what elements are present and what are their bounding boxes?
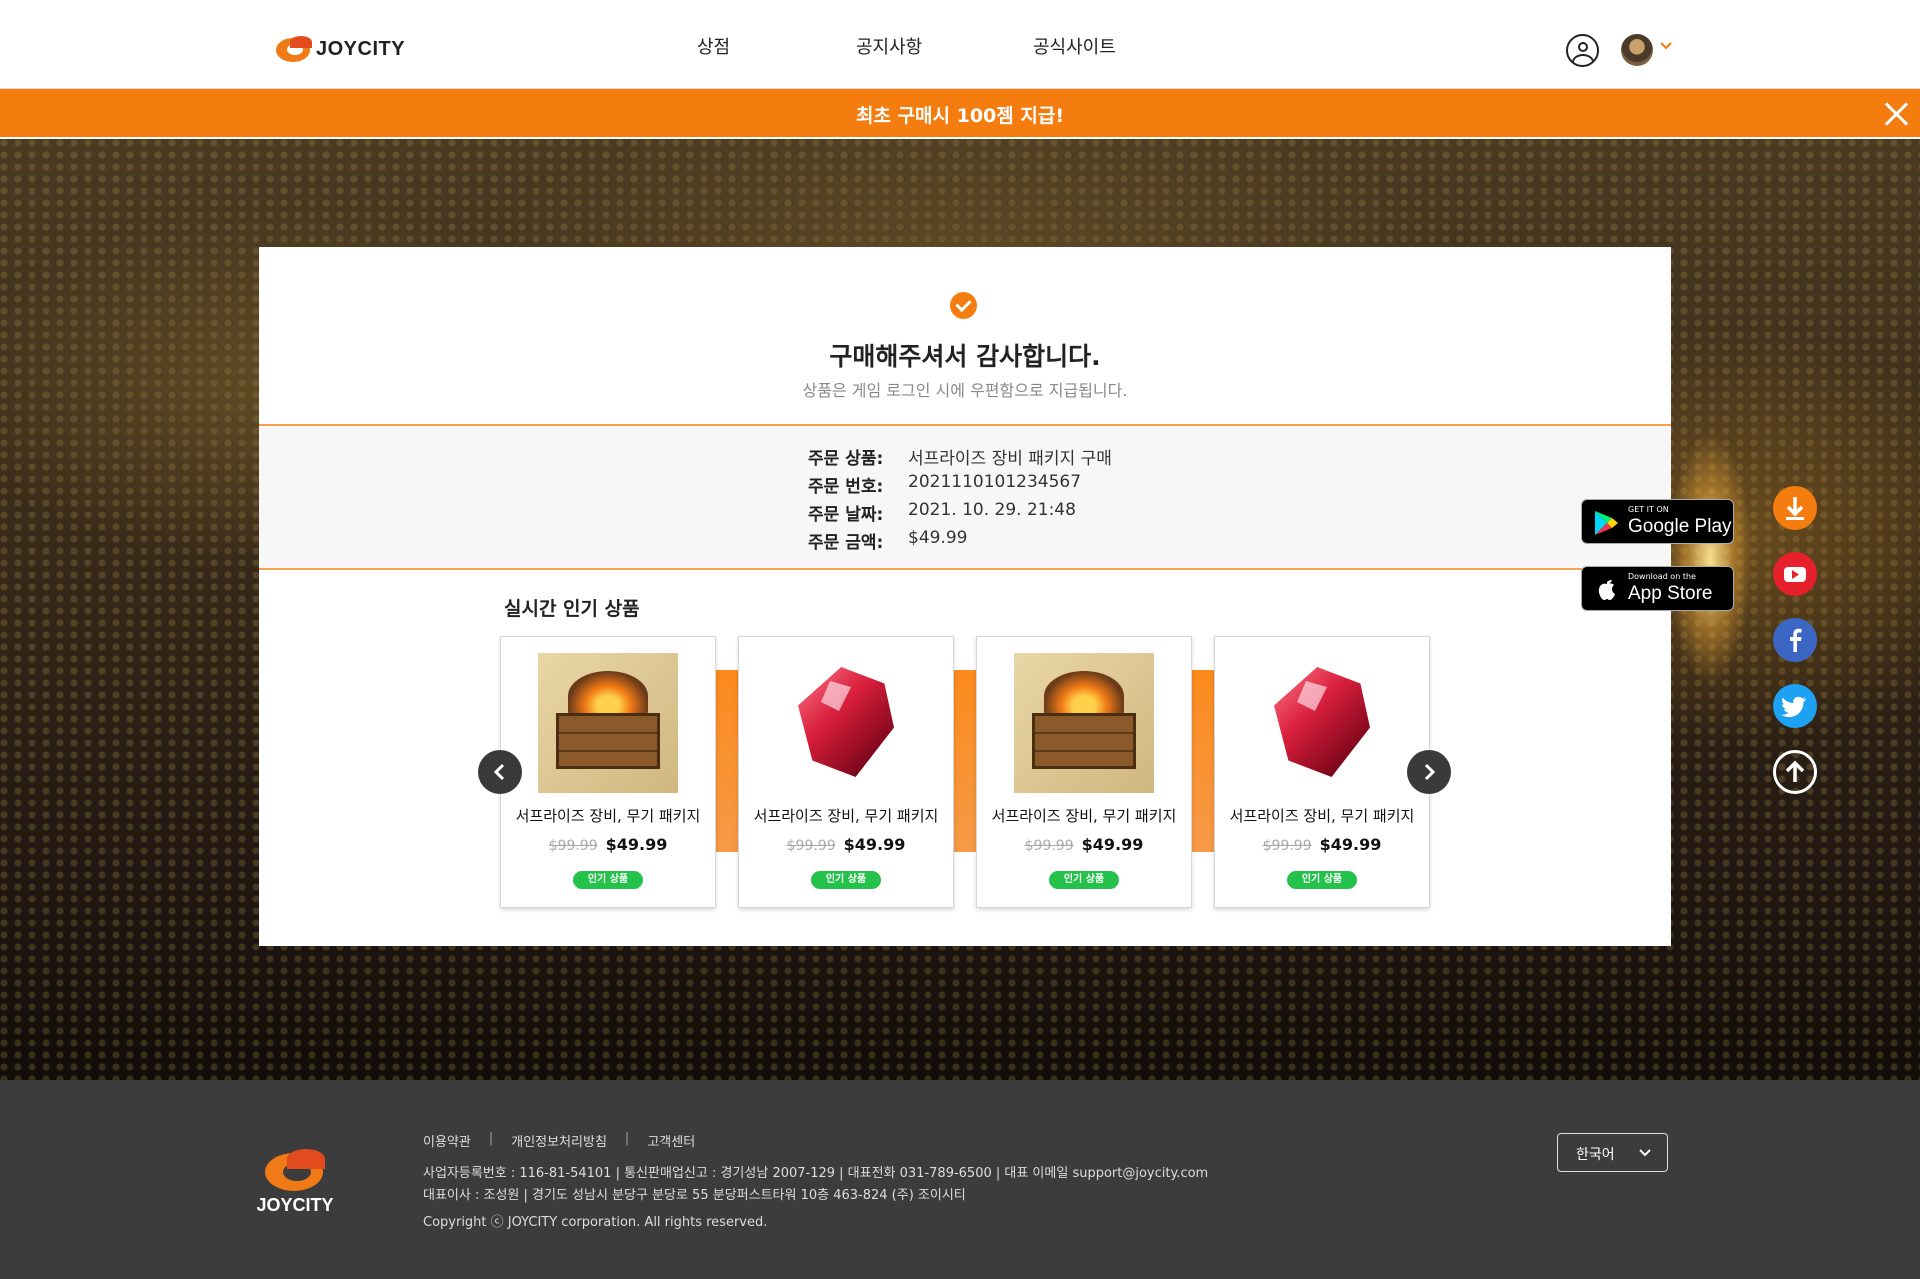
popular-badge: 인기 상품 [1049,871,1119,889]
product-price: $99.99 $49.99 [1215,835,1429,854]
product-price: $99.99 $49.99 [501,835,715,854]
close-icon[interactable] [1883,101,1909,127]
original-price: $99.99 [786,838,836,854]
product-card[interactable]: 서프라이즈 장비, 무기 패키지 $99.99 $49.99 인기 상품 [1214,636,1430,908]
product-price: $99.99 $49.99 [977,835,1191,854]
original-price: $99.99 [1262,838,1312,854]
app-store-badge[interactable]: Download on the App Store [1581,566,1734,611]
gem-icon [1252,653,1392,793]
chevron-down-icon [1639,1149,1651,1157]
product-name: 서프라이즈 장비, 무기 패키지 [515,807,701,825]
crate-icon [1014,653,1154,793]
product-name: 서프라이즈 장비, 무기 패키지 [753,807,939,825]
google-play-badge[interactable]: GET IT ON Google Play [1581,499,1734,544]
twitter-button[interactable] [1773,684,1817,728]
facebook-icon [1790,628,1802,652]
google-play-icon [1595,511,1618,535]
twitter-icon [1781,696,1806,718]
sale-price: $49.99 [1081,835,1144,854]
thanks-subtitle: 상품은 게임 로그인 시에 우편함으로 지급됩니다. [802,381,1128,400]
carousel-next-button[interactable] [1407,750,1451,794]
footer-link-terms[interactable]: 이용약관 [423,1131,471,1150]
chevron-right-icon [1424,763,1436,781]
order-value: $49.99 [908,528,968,548]
order-value: 서프라이즈 장비 패키지 구매 [908,449,1112,469]
logo-text: JOYCITY [316,37,406,60]
order-value: 2021. 10. 29. 21:48 [908,500,1076,520]
popular-products-title: 실시간 인기 상품 [504,598,640,620]
facebook-button[interactable] [1773,618,1817,662]
download-button[interactable] [1773,486,1817,530]
order-row: 주문 금액: $49.99 [808,528,967,553]
order-row: 주문 날짜: 2021. 10. 29. 21:48 [808,500,1076,525]
joycity-logo-mark-icon [265,1149,325,1191]
nav-official-site[interactable]: 공식사이트 [1033,33,1116,59]
order-label: 주문 상품: [808,449,884,469]
order-row: 주문 상품: 서프라이즈 장비 패키지 구매 [808,444,1112,469]
scroll-top-button[interactable] [1773,750,1817,794]
order-value: 2021110101234567 [908,472,1082,492]
google-play-small-text: GET IT ON [1628,505,1669,514]
avatar[interactable] [1621,34,1653,66]
popular-badge: 인기 상품 [811,871,881,889]
company-info: 사업자등록번호 : 116-81-54101 | 통신판매업신고 : 경기성남 … [423,1166,1209,1181]
site-header: JOYCITY 상점 공지사항 공식사이트 [0,0,1920,89]
download-icon [1786,497,1804,520]
google-play-big-text: Google Play [1628,516,1732,537]
footer-logo[interactable]: JOYCITY [253,1149,337,1216]
gem-icon [776,653,916,793]
footer-link-support[interactable]: 고객센터 [647,1131,695,1150]
carousel-prev-button[interactable] [478,750,522,794]
app-store-small-text: Download on the [1628,572,1696,581]
divider: | [624,1131,630,1146]
thanks-title: 구매해주셔서 감사합니다. [829,342,1101,371]
product-name: 서프라이즈 장비, 무기 패키지 [1229,807,1415,825]
joycity-logo-mark-icon [276,36,312,62]
sale-price: $49.99 [605,835,668,854]
user-account-icon[interactable] [1566,34,1599,67]
original-price: $99.99 [1024,838,1074,854]
apple-icon [1598,580,1615,600]
company-address: 대표이사 : 조성원 | 경기도 성남시 분당구 분당로 55 분당퍼스트타워 … [423,1188,966,1203]
joycity-logo[interactable]: JOYCITY [276,36,405,62]
order-label: 주문 금액: [808,533,884,553]
order-row: 주문 번호: 2021110101234567 [808,472,1081,497]
order-label: 주문 번호: [808,477,884,497]
chevron-left-icon [493,763,505,781]
footer-links: 이용약관 | 개인정보처리방침 | 고객센터 [423,1131,695,1150]
divider: | [488,1131,494,1146]
app-store-big-text: App Store [1628,583,1713,604]
nav-notices[interactable]: 공지사항 [856,33,922,59]
language-value: 한국어 [1576,1147,1615,1163]
promo-banner: 최초 구매시 100젬 지급! [0,89,1920,139]
order-label: 주문 날짜: [808,505,884,525]
product-card[interactable]: 서프라이즈 장비, 무기 패키지 $99.99 $49.99 인기 상품 [500,636,716,908]
nav-shop[interactable]: 상점 [697,33,730,59]
sale-price: $49.99 [1319,835,1382,854]
language-select[interactable]: 한국어 [1557,1133,1668,1172]
product-price: $99.99 $49.99 [739,835,953,854]
chevron-down-icon[interactable] [1660,40,1672,52]
footer-logo-text: JOYCITY [256,1195,334,1215]
crate-icon [538,653,678,793]
check-circle-icon [950,292,977,319]
popular-badge: 인기 상품 [573,871,643,889]
copyright: Copyright ⓒ JOYCITY corporation. All rig… [423,1215,768,1230]
youtube-button[interactable] [1773,552,1817,596]
original-price: $99.99 [548,838,598,854]
product-name: 서프라이즈 장비, 무기 패키지 [991,807,1177,825]
product-card[interactable]: 서프라이즈 장비, 무기 패키지 $99.99 $49.99 인기 상품 [976,636,1192,908]
promo-text: 최초 구매시 100젬 지급! [855,105,1064,127]
youtube-icon [1784,567,1806,582]
footer-link-privacy[interactable]: 개인정보처리방침 [511,1131,607,1150]
sale-price: $49.99 [843,835,906,854]
product-card[interactable]: 서프라이즈 장비, 무기 패키지 $99.99 $49.99 인기 상품 [738,636,954,908]
popular-badge: 인기 상품 [1287,871,1357,889]
arrow-up-icon [1785,760,1805,782]
